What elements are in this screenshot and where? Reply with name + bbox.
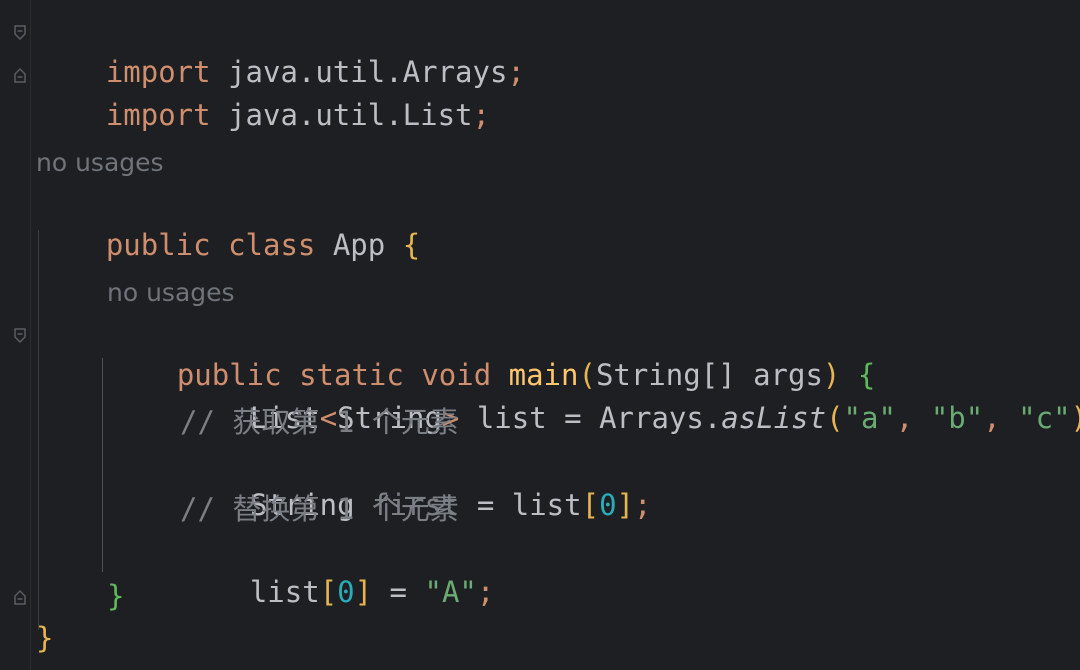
fold-close-icon[interactable] [12,588,28,606]
code-comment[interactable]: // 替换第 1 个元素 [180,489,459,529]
code-line-class-declaration[interactable]: public class App { [36,185,420,262]
variable: list [249,575,320,609]
semicolon: ; [476,575,495,609]
closing-brace[interactable]: } [36,618,53,658]
fold-open-icon[interactable] [12,24,28,42]
paren: ) [1071,401,1080,435]
bracket: ] [616,488,634,522]
import-path: java.util.List [210,98,473,132]
fold-close-icon[interactable] [12,66,28,84]
closing-brace[interactable]: } [107,576,124,616]
bracket: ] [354,575,373,609]
semicolon: ; [472,98,490,132]
code-editor[interactable]: import java.util.Arrays; import java.uti… [0,0,1080,670]
keyword: public [105,228,211,262]
bracket: [ [319,575,338,609]
class-name: App [315,228,403,262]
keyword: class [228,228,316,262]
assign-expr: = list [459,488,582,522]
code-line-import-arrays[interactable]: import java.util.Arrays; [36,12,525,89]
semicolon: ; [634,488,652,522]
assign-op: = [372,575,425,609]
var-assign: list = Arrays. [459,401,722,435]
indent-guide [102,358,103,572]
string-literal: "c" [1018,401,1071,435]
string-literal: "a" [843,401,896,435]
code-line-get-first[interactable]: String first = list[0]; [180,445,652,522]
code-comment[interactable]: // 获取第 1 个元素 [180,402,459,442]
number-literal: 0 [599,488,617,522]
keyword: import [105,98,211,132]
usages-hint[interactable]: no usages [107,275,235,311]
usages-hint[interactable]: no usages [36,145,164,181]
code-line-import-list[interactable]: import java.util.List; [36,55,490,132]
number-literal: 0 [337,575,355,609]
comma: , [895,401,931,435]
semicolon: ; [507,55,525,89]
code-line-main-method[interactable]: public static void main(String[] args) { [107,315,875,392]
fold-open-icon[interactable] [12,327,28,345]
string-literal: "A" [424,575,477,609]
comma: , [983,401,1019,435]
paren: ( [826,401,844,435]
gutter-divider [30,0,31,670]
code-line-list-declaration[interactable]: List<String> list = Arrays.asList("a", "… [180,358,1080,435]
method-call: asList [721,401,827,435]
bracket: [ [581,488,600,522]
brace: { [402,228,421,262]
string-literal: "b" [930,401,984,435]
code-line-assign-element[interactable]: list[0] = "A"; [180,532,495,609]
